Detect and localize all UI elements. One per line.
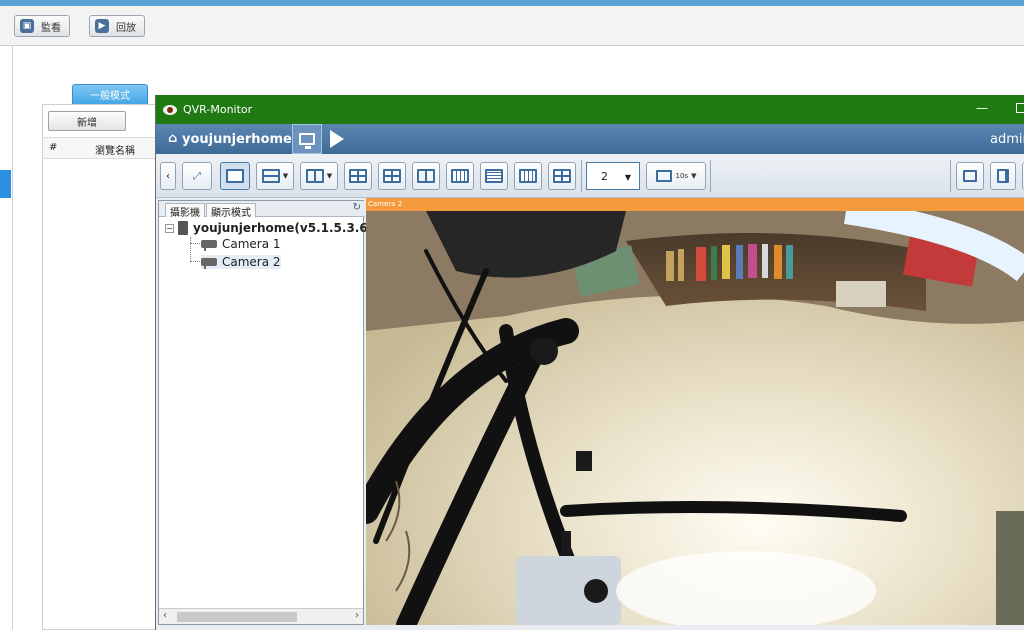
single-view-icon xyxy=(226,169,244,183)
sequence-interval: 10s xyxy=(675,172,689,180)
layout-9-button[interactable] xyxy=(446,162,474,190)
eye-icon xyxy=(163,104,177,115)
eight-view-icon xyxy=(417,169,435,183)
server-icon xyxy=(178,221,188,235)
camera-fisheye-image xyxy=(366,211,1024,625)
column-view-name: 瀏覽名稱 xyxy=(95,146,135,157)
scroll-right-icon[interactable]: › xyxy=(355,610,359,621)
scroll-left-icon[interactable]: ‹ xyxy=(163,610,167,621)
sequence-mode-button[interactable]: 10s ▼ xyxy=(646,162,706,190)
chevron-left-icon: ‹ xyxy=(166,170,170,182)
dropdown-arrow-icon: ▼ xyxy=(326,172,333,180)
tree-connector xyxy=(190,261,200,262)
scrollbar-thumb[interactable] xyxy=(177,612,297,622)
tree-camera-2[interactable]: Camera 2 xyxy=(201,255,281,269)
dropdown-arrow-icon: ▼ xyxy=(282,172,289,180)
nine-view-icon xyxy=(451,169,469,183)
camera-icon xyxy=(201,240,217,251)
camera-2-label: Camera 2 xyxy=(222,255,281,269)
left-divider xyxy=(12,46,13,630)
column-number: # xyxy=(49,142,58,153)
window-title: QVR-Monitor xyxy=(183,103,253,116)
qvr-monitor-window: QVR-Monitor — ⌂ youjunjerhome admin ‹ ⤢ … xyxy=(155,95,1024,630)
fullscreen-button[interactable]: ⤢ xyxy=(182,162,212,190)
refresh-icon[interactable]: ↻ xyxy=(353,202,361,213)
toolbar-separator xyxy=(581,160,582,192)
layout-4-button[interactable] xyxy=(344,162,372,190)
live-view-button[interactable] xyxy=(292,124,322,154)
split-vertical-icon xyxy=(305,169,324,183)
tree-server-node[interactable]: − youjunjerhome(v5.1.5.3.6 buil xyxy=(165,221,397,235)
quad-view-icon xyxy=(349,169,367,183)
page-select[interactable]: 2 ▼ xyxy=(586,162,640,190)
dropdown-arrow-icon: ▼ xyxy=(624,173,631,182)
tab-cameras[interactable]: 攝影機 xyxy=(165,203,205,219)
layout-12-button[interactable] xyxy=(480,162,508,190)
playback-button-label: 回放 xyxy=(116,22,136,34)
maximize-button[interactable] xyxy=(1016,103,1024,113)
sequence-icon xyxy=(655,170,672,182)
layout-more-button[interactable] xyxy=(548,162,576,190)
sixteen-view-icon xyxy=(519,169,537,183)
view-list-panel: 新增 # 瀏覽名稱 xyxy=(42,104,159,630)
toolbar-separator xyxy=(710,160,711,192)
sidebar-accent xyxy=(0,170,11,198)
qvr-header-bar: ⌂ youjunjerhome admin xyxy=(156,124,1024,154)
channel-settings-icon xyxy=(997,169,1009,183)
page-select-value: 2 xyxy=(601,169,608,183)
dropdown-arrow-icon: ▼ xyxy=(691,172,697,180)
minimize-button[interactable]: — xyxy=(976,101,988,115)
camera-video-feed[interactable] xyxy=(366,211,1024,625)
home-icon[interactable]: ⌂ xyxy=(168,131,177,146)
tree-connector xyxy=(190,237,191,261)
collapse-icon[interactable]: − xyxy=(165,223,174,233)
tree-horizontal-scrollbar[interactable]: ‹ › xyxy=(159,608,363,624)
window-title-bar[interactable]: QVR-Monitor — xyxy=(156,95,1024,124)
playback-icon[interactable] xyxy=(330,130,344,148)
monitor-button[interactable]: ▣ 監看 xyxy=(14,15,70,37)
layout-3-button[interactable]: ▼ xyxy=(300,162,338,190)
monitor-button-label: 監看 xyxy=(41,22,61,34)
camera-1-label: Camera 1 xyxy=(222,237,281,251)
toolbar-separator xyxy=(950,160,951,192)
play-icon: ▶ xyxy=(95,19,109,33)
layout-toolbar: ‹ ⤢ ▼ ▼ 2 ▼ 10s ▼ xyxy=(156,154,1024,198)
tree-camera-1[interactable]: Camera 1 xyxy=(201,237,281,251)
main-toolbar: ▣ 監看 ▶ 回放 xyxy=(0,6,1024,46)
window-mode-button[interactable] xyxy=(956,162,984,190)
layout-6-button[interactable] xyxy=(378,162,406,190)
window-mode-icon xyxy=(963,170,977,182)
monitor-screen-icon xyxy=(299,133,315,149)
playback-button[interactable]: ▶ 回放 xyxy=(89,15,145,37)
channel-settings-button[interactable] xyxy=(990,162,1016,190)
layout-16-button[interactable] xyxy=(514,162,542,190)
add-button[interactable]: 新增 xyxy=(48,111,126,131)
split-horizontal-icon xyxy=(261,169,280,183)
tree-connector xyxy=(190,243,200,244)
expand-icon: ⤢ xyxy=(193,170,201,182)
camera-label-bar: Camera 2 xyxy=(366,198,1024,211)
camera-icon xyxy=(201,258,217,269)
layout-single-button[interactable] xyxy=(220,162,250,190)
more-layouts-icon xyxy=(553,169,571,183)
layout-8-button[interactable] xyxy=(412,162,440,190)
collapse-panel-button[interactable]: ‹ xyxy=(160,162,176,190)
list-header: # 瀏覽名稱 xyxy=(43,137,159,159)
six-view-icon xyxy=(383,169,401,183)
twelve-view-icon xyxy=(485,169,503,183)
layout-2-button[interactable]: ▼ xyxy=(256,162,294,190)
tab-normal-mode[interactable]: 一般模式 xyxy=(72,84,148,104)
tree-tabs: 攝影機 顯示模式 ↻ xyxy=(159,201,365,219)
tab-display-mode[interactable]: 顯示模式 xyxy=(206,203,256,219)
monitor-icon: ▣ xyxy=(20,19,34,33)
camera-tree-panel: 攝影機 顯示模式 ↻ − youjunjerhome(v5.1.5.3.6 bu… xyxy=(158,200,397,625)
site-name: youjunjerhome xyxy=(182,132,292,147)
user-name[interactable]: admin xyxy=(990,132,1024,147)
